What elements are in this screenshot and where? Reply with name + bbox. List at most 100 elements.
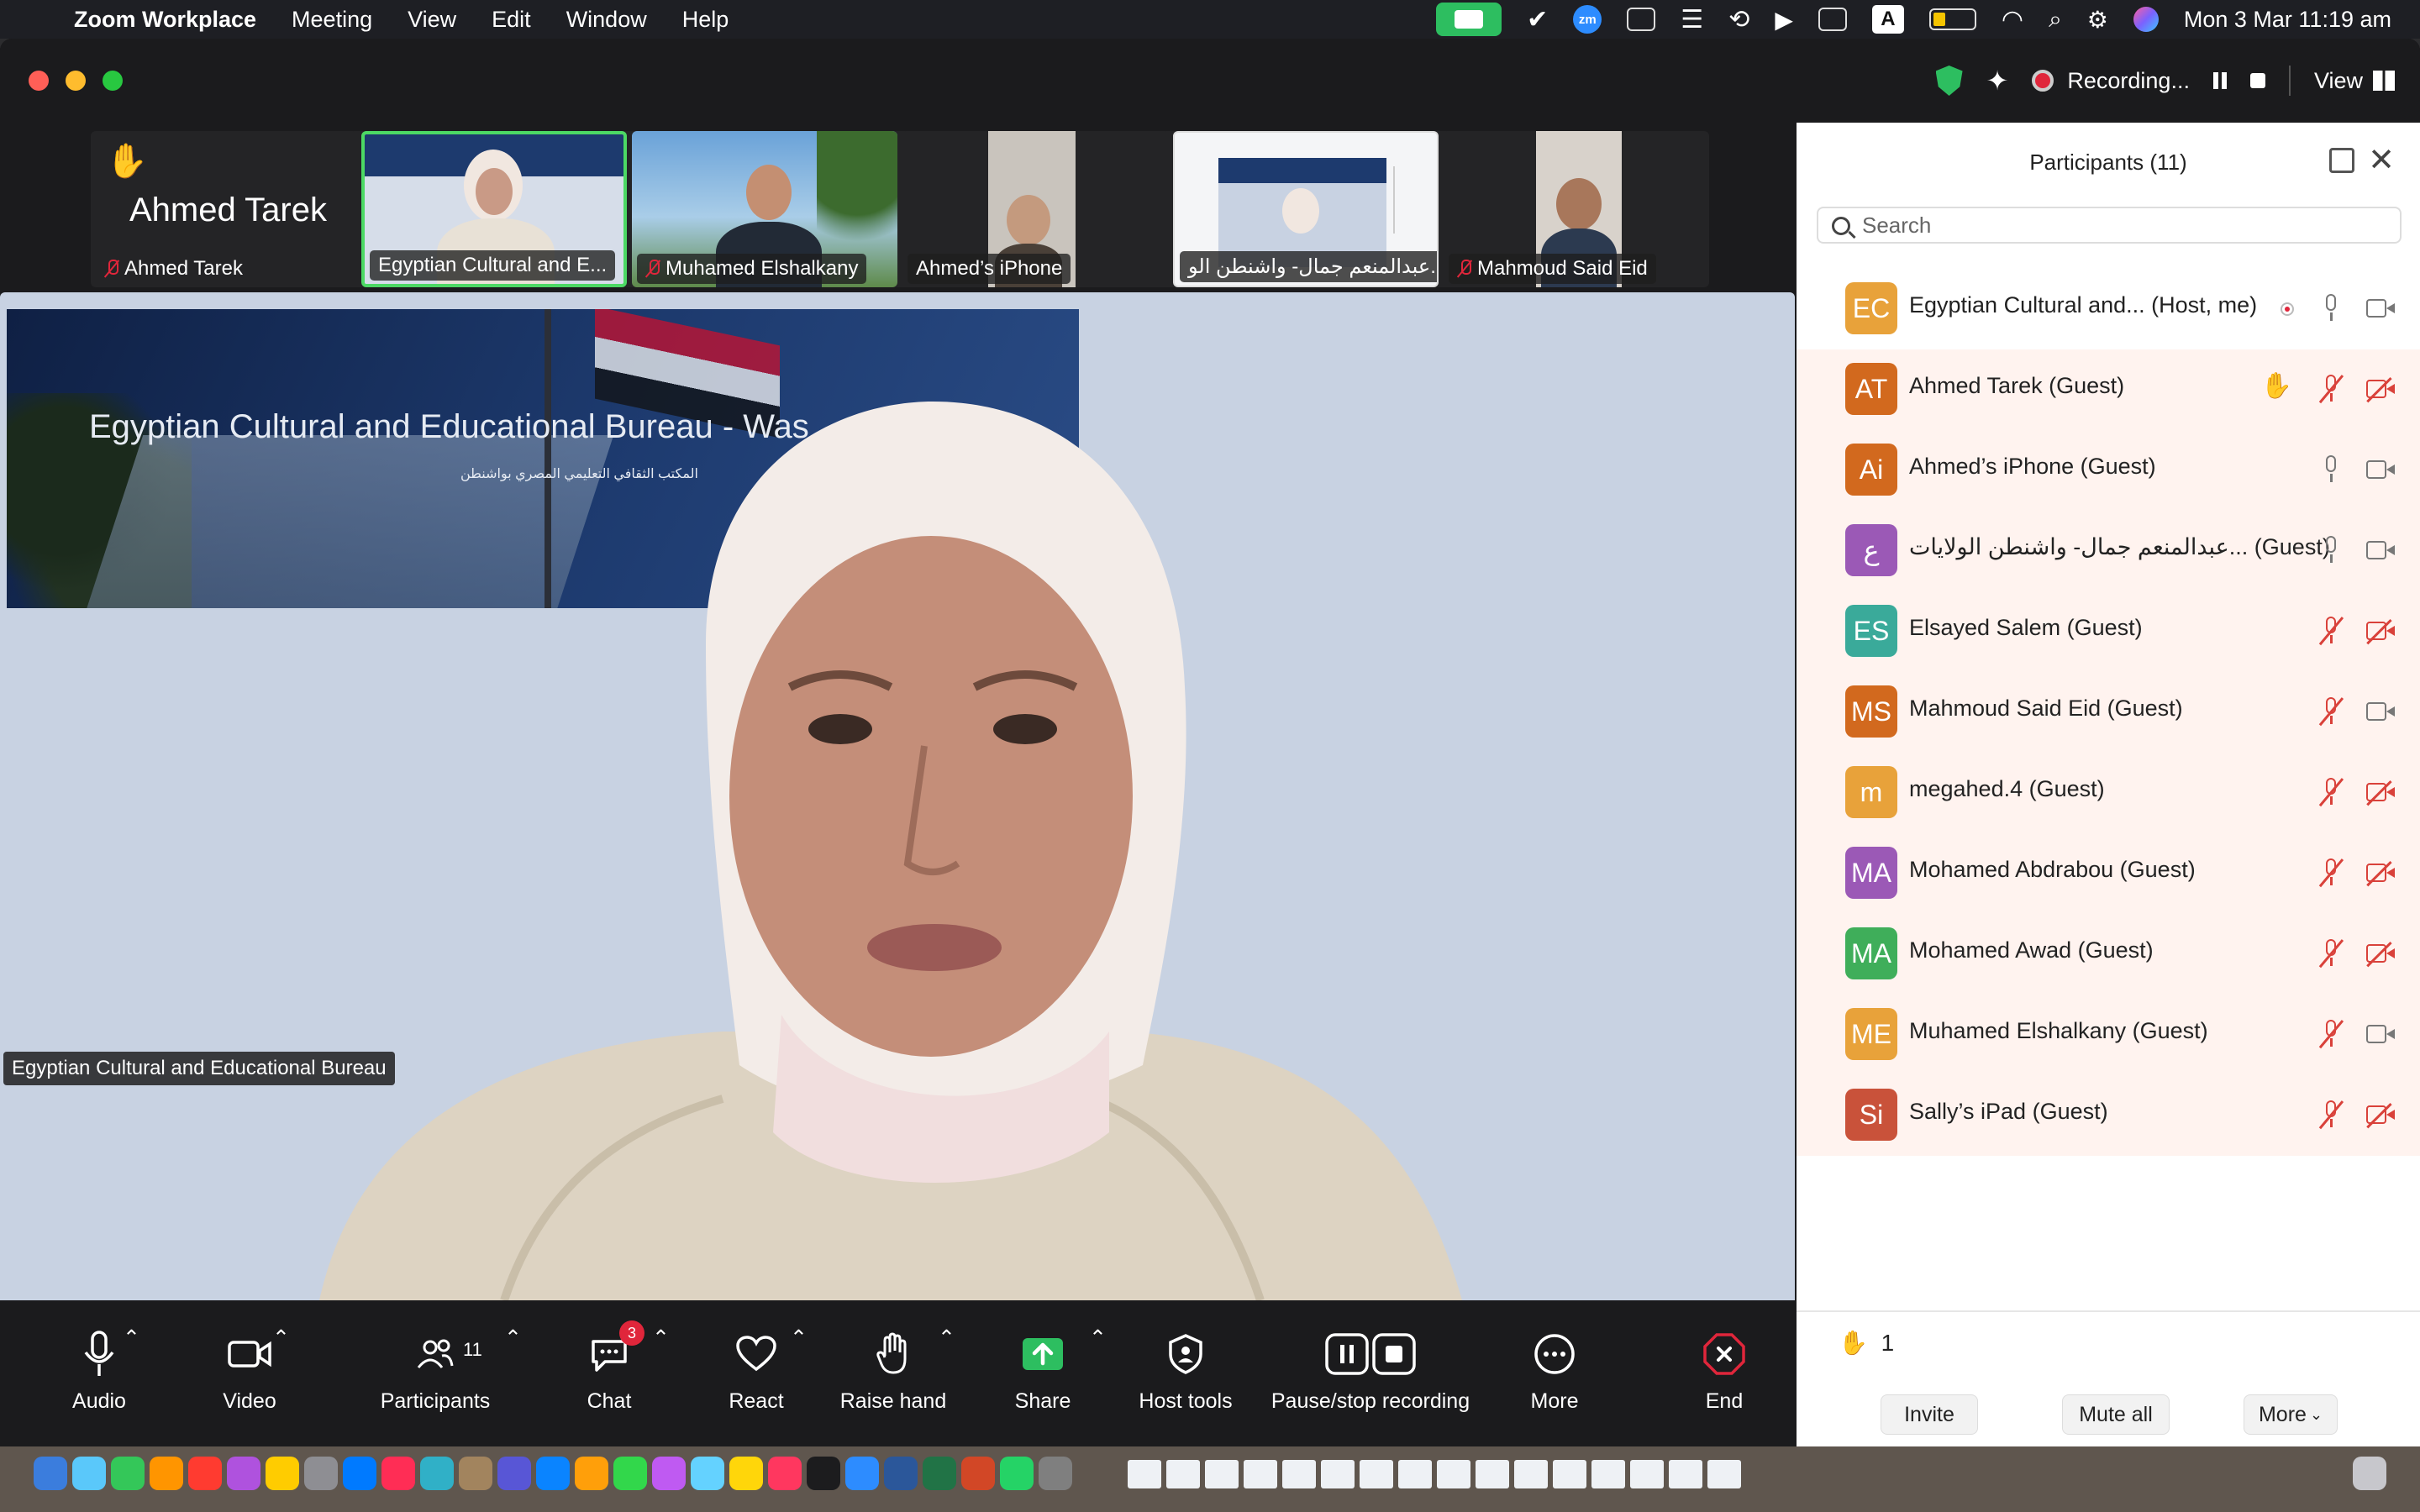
- participants-button[interactable]: 11 Participants: [370, 1317, 501, 1435]
- dock-app-icon[interactable]: [845, 1457, 879, 1490]
- play-circle-icon[interactable]: ▶: [1775, 6, 1793, 34]
- dock-minimized-window[interactable]: [1630, 1460, 1664, 1488]
- mute-all-button[interactable]: Mute all: [2062, 1394, 2170, 1435]
- dock-minimized-window[interactable]: [1282, 1460, 1316, 1488]
- dock-minimized-window[interactable]: [1553, 1460, 1586, 1488]
- dock-app-icon[interactable]: [72, 1457, 106, 1490]
- dock-app-icon[interactable]: [536, 1457, 570, 1490]
- trash-icon[interactable]: [2353, 1457, 2386, 1490]
- dock-app-icon[interactable]: [575, 1457, 608, 1490]
- window-minimize-button[interactable]: [66, 71, 86, 91]
- dock-minimized-window[interactable]: [1128, 1460, 1161, 1488]
- chat-button[interactable]: 3 Chat: [571, 1317, 647, 1435]
- video-off-icon[interactable]: [2366, 622, 2395, 640]
- dock-minimized-window[interactable]: [1591, 1460, 1625, 1488]
- menu-window[interactable]: Window: [566, 7, 647, 33]
- video-off-icon[interactable]: [2366, 783, 2395, 801]
- close-panel-icon[interactable]: ✕: [2368, 141, 2395, 179]
- dock-app-icon[interactable]: [227, 1457, 260, 1490]
- dock-app-icon[interactable]: [304, 1457, 338, 1490]
- share-options-caret[interactable]: ⌃: [1089, 1326, 1107, 1443]
- raise-hand-button[interactable]: Raise hand: [837, 1317, 950, 1435]
- stack-tray-icon[interactable]: ☰: [1681, 5, 1703, 34]
- participant-row[interactable]: AT Ahmed Tarek (Guest) ✋: [1797, 349, 2420, 430]
- menu-meeting[interactable]: Meeting: [292, 7, 372, 33]
- video-camera-icon[interactable]: [2366, 460, 2395, 479]
- video-camera-icon[interactable]: [2366, 299, 2395, 318]
- raise-hand-options-caret[interactable]: ⌃: [938, 1326, 955, 1443]
- spotlight-search-icon[interactable]: ⌕: [2049, 6, 2062, 34]
- dock-minimized-window[interactable]: [1669, 1460, 1702, 1488]
- dock-app-icon[interactable]: [34, 1457, 67, 1490]
- dock-minimized-window[interactable]: [1437, 1460, 1470, 1488]
- thumbnail-ahmeds-iphone[interactable]: Ahmed’s iPhone: [902, 131, 1168, 287]
- dock-minimized-window[interactable]: [1321, 1460, 1355, 1488]
- control-center-icon[interactable]: ⚙: [2087, 6, 2108, 34]
- microphone-icon[interactable]: [2323, 294, 2339, 323]
- dock-app-icon[interactable]: [381, 1457, 415, 1490]
- zoom-app-tray-icon[interactable]: zm: [1573, 5, 1602, 34]
- share-screen-button[interactable]: Share: [1005, 1317, 1081, 1435]
- dock-minimized-window[interactable]: [1205, 1460, 1239, 1488]
- ai-companion-icon[interactable]: ✦: [1986, 65, 2009, 97]
- chat-options-caret[interactable]: ⌃: [652, 1326, 670, 1443]
- audio-options-caret[interactable]: ⌃: [123, 1326, 140, 1443]
- dock-app-icon[interactable]: [884, 1457, 918, 1490]
- menu-edit[interactable]: Edit: [492, 7, 531, 33]
- participant-row[interactable]: ع عبدالمنعم جمال- واشنطن الولايات... (Gue…: [1797, 511, 2420, 591]
- mic-muted-icon[interactable]: [2323, 778, 2339, 806]
- video-options-caret[interactable]: ⌃: [272, 1326, 290, 1443]
- dock-app-icon[interactable]: [111, 1457, 145, 1490]
- dock-minimized-window[interactable]: [1360, 1460, 1393, 1488]
- participants-options-caret[interactable]: ⌃: [504, 1326, 522, 1443]
- zoom-video-tray-icon[interactable]: [1436, 3, 1502, 36]
- pop-out-icon[interactable]: [2329, 148, 2354, 173]
- panel-more-button[interactable]: More ⌄: [2244, 1394, 2338, 1435]
- invite-button[interactable]: Invite: [1881, 1394, 1978, 1435]
- microphone-icon[interactable]: [2323, 536, 2339, 564]
- dock-app-icon[interactable]: [691, 1457, 724, 1490]
- dock-minimized-window[interactable]: [1707, 1460, 1741, 1488]
- pause-recording-icon[interactable]: [2212, 72, 2227, 89]
- dock-minimized-window[interactable]: [1244, 1460, 1277, 1488]
- mic-muted-icon[interactable]: [2323, 617, 2339, 645]
- participant-row[interactable]: ES Elsayed Salem (Guest): [1797, 591, 2420, 672]
- react-button[interactable]: React: [714, 1317, 798, 1435]
- pause-stop-recording-button[interactable]: Pause/stop recording: [1265, 1317, 1476, 1435]
- dock-app-icon[interactable]: [652, 1457, 686, 1490]
- mic-muted-icon[interactable]: [2323, 858, 2339, 887]
- time-machine-icon[interactable]: ⟲: [1728, 5, 1749, 34]
- mic-muted-icon[interactable]: [2323, 697, 2339, 726]
- menu-app-name[interactable]: Zoom Workplace: [74, 7, 256, 33]
- dock-minimized-window[interactable]: [1166, 1460, 1200, 1488]
- participant-row[interactable]: EC Egyptian Cultural and... (Host, me): [1797, 269, 2420, 349]
- participant-row[interactable]: Ai Ahmed’s iPhone (Guest): [1797, 430, 2420, 511]
- dock-app-icon[interactable]: [768, 1457, 802, 1490]
- video-off-icon[interactable]: [2366, 864, 2395, 882]
- dock-app-icon[interactable]: [150, 1457, 183, 1490]
- battery-icon[interactable]: [1928, 8, 1976, 30]
- dock-app-icon[interactable]: [497, 1457, 531, 1490]
- thumbnail-abdelmoneim[interactable]: عبدالمنعم جمال- واشنطن الو...: [1173, 131, 1439, 287]
- dock-app-icon[interactable]: [923, 1457, 956, 1490]
- host-tools-button[interactable]: Host tools: [1131, 1317, 1240, 1435]
- video-camera-icon[interactable]: [2366, 541, 2395, 559]
- microphone-icon[interactable]: [2323, 455, 2339, 484]
- dock-app-icon[interactable]: [188, 1457, 222, 1490]
- dock-app-icon[interactable]: [613, 1457, 647, 1490]
- dock-app-icon[interactable]: [1000, 1457, 1034, 1490]
- mic-muted-icon[interactable]: [2323, 939, 2339, 968]
- participant-row[interactable]: m megahed.4 (Guest): [1797, 753, 2420, 833]
- participant-search-input[interactable]: Search: [1817, 207, 2402, 244]
- mic-muted-icon[interactable]: [2323, 375, 2339, 403]
- video-off-icon[interactable]: [2366, 944, 2395, 963]
- dock-app-icon[interactable]: [420, 1457, 454, 1490]
- window-tray-icon[interactable]: [1818, 8, 1847, 31]
- participant-row[interactable]: MS Mahmoud Said Eid (Guest): [1797, 672, 2420, 753]
- menu-view[interactable]: View: [408, 7, 456, 33]
- dock-app-icon[interactable]: [807, 1457, 840, 1490]
- participant-row[interactable]: MA Mohamed Awad (Guest): [1797, 914, 2420, 995]
- siri-icon[interactable]: [2133, 7, 2159, 32]
- menu-datetime[interactable]: Mon 3 Mar 11:19 am: [2184, 7, 2391, 33]
- dock-app-icon[interactable]: [459, 1457, 492, 1490]
